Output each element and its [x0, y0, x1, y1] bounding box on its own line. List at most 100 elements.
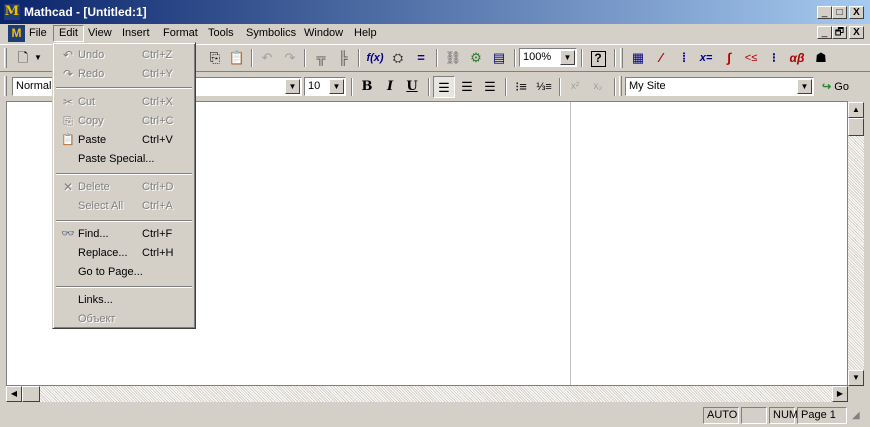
redo-toolbar-icon[interactable]: ↷: [279, 47, 301, 69]
scroll-right-arrow-icon[interactable]: ▶: [832, 386, 848, 402]
scroll-left-arrow-icon[interactable]: ◀: [6, 386, 22, 402]
bold-button[interactable]: B: [356, 76, 378, 98]
vertical-scroll-thumb[interactable]: [848, 118, 864, 136]
site-value: My Site: [629, 80, 666, 92]
horizontal-scroll-thumb[interactable]: [22, 386, 40, 402]
subscript-icon[interactable]: x₂: [587, 76, 609, 98]
bullet-list-icon[interactable]: ⁝≡: [510, 76, 532, 98]
menu-format[interactable]: Format: [158, 25, 203, 42]
math-toolbar-grip[interactable]: [620, 48, 623, 68]
symbolic-toolbar-icon[interactable]: ☗: [810, 47, 832, 69]
insert-hyperlink-icon[interactable]: ⛓: [442, 47, 464, 69]
doc-close-button[interactable]: X: [849, 26, 864, 39]
new-document-icon[interactable]: 🗋: [12, 47, 34, 69]
menu-item-paste-special[interactable]: Paste Special...: [56, 150, 192, 169]
insert-component-icon[interactable]: ⚙: [465, 47, 487, 69]
calculus-toolbar-icon[interactable]: ∫: [718, 47, 740, 69]
align-right-icon[interactable]: ☰: [479, 76, 501, 98]
menu-item-paste[interactable]: 📋 Paste Ctrl+V: [56, 131, 192, 150]
minimize-button[interactable]: _: [817, 6, 832, 19]
menu-item-shortcut: Ctrl+V: [142, 134, 173, 146]
format-toolbar-grip[interactable]: [4, 76, 7, 96]
undo-toolbar-icon[interactable]: ↶: [256, 47, 278, 69]
menu-separator: [56, 87, 192, 89]
menu-edit[interactable]: Edit: [53, 25, 84, 42]
document-system-menu-icon[interactable]: M: [8, 25, 25, 42]
maximize-button[interactable]: □: [832, 6, 847, 19]
insert-unit-icon[interactable]: ⛭: [387, 47, 409, 69]
resources-icon[interactable]: ▤: [488, 47, 510, 69]
insert-function-icon[interactable]: f(x): [364, 47, 386, 69]
menu-item-replace[interactable]: Replace... Ctrl+H: [56, 244, 192, 263]
title-bar[interactable]: M Mathcad - [Untitled:1] _ □ X: [0, 0, 870, 24]
scroll-down-arrow-icon[interactable]: ▼: [848, 370, 864, 386]
greek-toolbar-icon[interactable]: αβ: [786, 47, 808, 69]
doc-minimize-button[interactable]: _: [817, 26, 832, 39]
menu-item-shortcut: Ctrl+Y: [142, 68, 173, 80]
calculate-icon[interactable]: =: [410, 47, 432, 69]
align-center-icon[interactable]: ☰: [456, 76, 478, 98]
menu-item-label: Find...: [78, 228, 109, 240]
go-button[interactable]: ↪ Go: [822, 78, 849, 96]
superscript-icon[interactable]: x²: [564, 76, 586, 98]
chevron-down-icon[interactable]: ▼: [797, 79, 812, 94]
menu-tools[interactable]: Tools: [203, 25, 239, 42]
menu-view[interactable]: View: [83, 25, 117, 42]
menu-insert[interactable]: Insert: [117, 25, 155, 42]
menu-item-select-all[interactable]: Select All Ctrl+A: [56, 197, 192, 216]
menu-item-label: Cut: [78, 96, 96, 108]
style-value: Normal: [16, 80, 52, 92]
status-caps: [741, 407, 767, 424]
menu-item-shortcut: Ctrl+F: [142, 228, 173, 240]
chevron-down-icon[interactable]: ▼: [329, 79, 344, 94]
menu-item-redo[interactable]: ↷ Redo Ctrl+Y: [56, 65, 192, 84]
chevron-down-icon[interactable]: ▼: [560, 50, 575, 65]
align-down-icon[interactable]: ╠: [332, 47, 354, 69]
align-across-icon[interactable]: ╦: [310, 47, 332, 69]
menu-symbolics[interactable]: Symbolics: [241, 25, 301, 42]
vertical-scrollbar[interactable]: ▲ ▼: [848, 102, 864, 386]
horizontal-scrollbar[interactable]: ◀ ▶: [6, 386, 848, 402]
menu-item-undo[interactable]: ↶ Undo Ctrl+Z: [56, 46, 192, 65]
chevron-down-icon[interactable]: ▼: [285, 79, 300, 94]
programming-toolbar-icon[interactable]: ⁝: [763, 47, 785, 69]
web-toolbar-grip[interactable]: [619, 76, 622, 96]
matrix-toolbar-icon[interactable]: ⁞: [673, 47, 695, 69]
font-size-select[interactable]: 10 ▼: [304, 77, 346, 96]
menu-item-find[interactable]: 👓 Find... Ctrl+F: [56, 225, 192, 244]
paste-toolbar-icon[interactable]: 📋: [226, 47, 248, 69]
zoom-select[interactable]: 100% ▼: [519, 48, 577, 67]
italic-button[interactable]: I: [379, 76, 401, 98]
mathcad-logo-icon: M: [4, 4, 20, 20]
menu-window[interactable]: Window: [299, 25, 348, 42]
copy-toolbar-icon[interactable]: ⎘: [204, 47, 226, 69]
align-left-icon[interactable]: ☰: [433, 76, 455, 98]
doc-restore-button[interactable]: 🗗: [832, 26, 847, 39]
menu-item-delete[interactable]: ✕ Delete Ctrl+D: [56, 178, 192, 197]
close-button[interactable]: X: [849, 6, 864, 19]
new-dropdown-icon[interactable]: ▼: [32, 47, 44, 69]
graph-toolbar-icon[interactable]: ⁄: [650, 47, 672, 69]
menu-item-copy[interactable]: ⎘ Copy Ctrl+C: [56, 112, 192, 131]
paste-icon: 📋: [61, 134, 75, 146]
menu-separator: [56, 173, 192, 175]
evaluation-toolbar-icon[interactable]: x=: [695, 47, 717, 69]
help-icon[interactable]: ?: [587, 47, 609, 69]
menu-help[interactable]: Help: [349, 25, 382, 42]
menu-file[interactable]: File: [24, 25, 52, 42]
scroll-up-arrow-icon[interactable]: ▲: [848, 102, 864, 118]
menu-item-label: Replace...: [78, 247, 128, 259]
site-select[interactable]: My Site ▼: [625, 77, 814, 96]
resize-grip-icon[interactable]: ◢: [852, 410, 860, 421]
boolean-toolbar-icon[interactable]: <≤: [740, 47, 762, 69]
menu-item-go-to-page[interactable]: Go to Page...: [56, 263, 192, 282]
status-page: Page 1: [797, 407, 847, 424]
menu-item-cut[interactable]: ✂ Cut Ctrl+X: [56, 93, 192, 112]
underline-button[interactable]: U: [401, 76, 423, 98]
menu-item-object[interactable]: Объект: [56, 310, 192, 329]
toolbar-grip[interactable]: [4, 48, 7, 68]
menu-item-links[interactable]: Links...: [56, 291, 192, 310]
calculator-toolbar-icon[interactable]: ▦: [627, 47, 649, 69]
numbered-list-icon[interactable]: ⅓≡: [533, 76, 555, 98]
menu-item-label: Undo: [78, 49, 105, 61]
